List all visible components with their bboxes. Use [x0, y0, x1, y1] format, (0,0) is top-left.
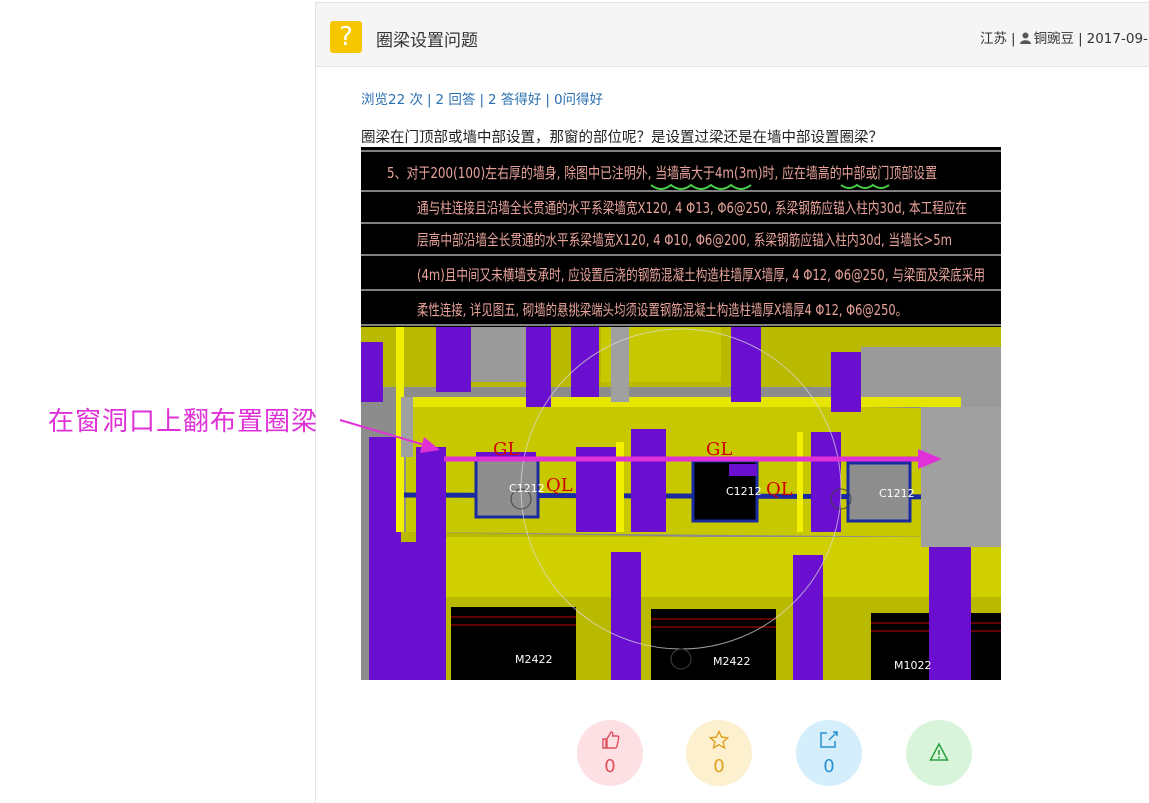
handwritten-mark: GL: [706, 439, 732, 460]
post-date: 2017-09-: [1086, 31, 1148, 47]
separator: |: [545, 92, 550, 108]
like-button[interactable]: 0: [577, 720, 643, 786]
door-label: M2422: [713, 655, 751, 668]
window-label: C1212: [879, 487, 915, 500]
separator: |: [1078, 31, 1083, 47]
note-line: 5、对于200(100)左右厚的墙身, 除图中已注明外, 当墙高大于4m(3m)…: [387, 164, 937, 182]
user-icon: [1019, 32, 1031, 44]
building-model: [361, 327, 1001, 680]
answer-count-link[interactable]: 2 回答: [436, 92, 476, 108]
note-line: (4m)且中间又未横墙支承时, 应设置后浇的钢筋混凝土构造柱墙厚X墙厚, 4 Φ…: [417, 266, 985, 284]
share-count: 0: [823, 756, 835, 777]
question-title: 圈梁设置问题: [376, 31, 478, 51]
question-meta: 江苏 | 铜豌豆 | 2017-09-: [980, 27, 1148, 47]
like-count: 0: [604, 756, 616, 777]
handwritten-mark: QL: [546, 475, 573, 496]
separator: |: [479, 92, 484, 108]
report-button[interactable]: [906, 720, 972, 786]
question-stats: 浏览22 次 | 2 回答 | 2 答得好 | 0问得好: [361, 88, 603, 108]
favorite-count: 0: [713, 756, 725, 777]
annotation-callout: 在窗洞口上翻布置圈梁: [48, 407, 319, 437]
note-line: 柔性连接, 详见图五, 砌墙的悬挑梁端头均须设置钢筋混凝土构造柱墙厚X墙厚4 Φ…: [417, 301, 907, 319]
warning-icon: [929, 742, 949, 761]
question-body: 圈梁在门顶部或墙中部设置，那窗的部位呢？是设置过梁还是在墙中部设置圈梁？: [361, 130, 883, 146]
note-line: 层高中部沿墙全长贯通的水平系梁墙宽X120, 4 Φ10, Φ6@200, 系梁…: [417, 231, 952, 249]
cad-screenshot: 5、对于200(100)左右厚的墙身, 除图中已注明外, 当墙高大于4m(3m)…: [361, 147, 1001, 680]
thumbs-up-icon: [602, 731, 620, 749]
question-image[interactable]: 5、对于200(100)左右厚的墙身, 除图中已注明外, 当墙高大于4m(3m)…: [361, 147, 1001, 680]
handwritten-mark: QL: [766, 479, 793, 500]
share-button[interactable]: 0: [796, 720, 862, 786]
note-line: 通与柱连接且沿墙全长贯通的水平系梁墙宽X120, 4 Φ13, Φ6@250, …: [417, 199, 967, 217]
handwritten-mark: GL: [493, 439, 519, 460]
view-count: 浏览22 次: [361, 92, 423, 108]
separator: |: [426, 92, 432, 108]
good-answer-count-link[interactable]: 2 答得好: [488, 92, 541, 108]
star-icon: [709, 730, 729, 750]
question-header: ? 圈梁设置问题 江苏 | 铜豌豆 | 2017-09-: [316, 3, 1149, 67]
favorite-button[interactable]: 0: [686, 720, 752, 786]
window-label: C1212: [726, 485, 762, 498]
window-label: C1212: [509, 482, 545, 495]
separator: |: [1011, 31, 1016, 47]
share-icon: [820, 731, 838, 748]
helpful-count-link[interactable]: 0问得好: [554, 92, 603, 108]
location-label: 江苏: [980, 31, 1007, 47]
question-mark-icon: ?: [330, 21, 362, 53]
door-label: M2422: [515, 653, 553, 666]
door-label: M1022: [894, 659, 932, 672]
username-link[interactable]: 铜豌豆: [1034, 31, 1075, 47]
